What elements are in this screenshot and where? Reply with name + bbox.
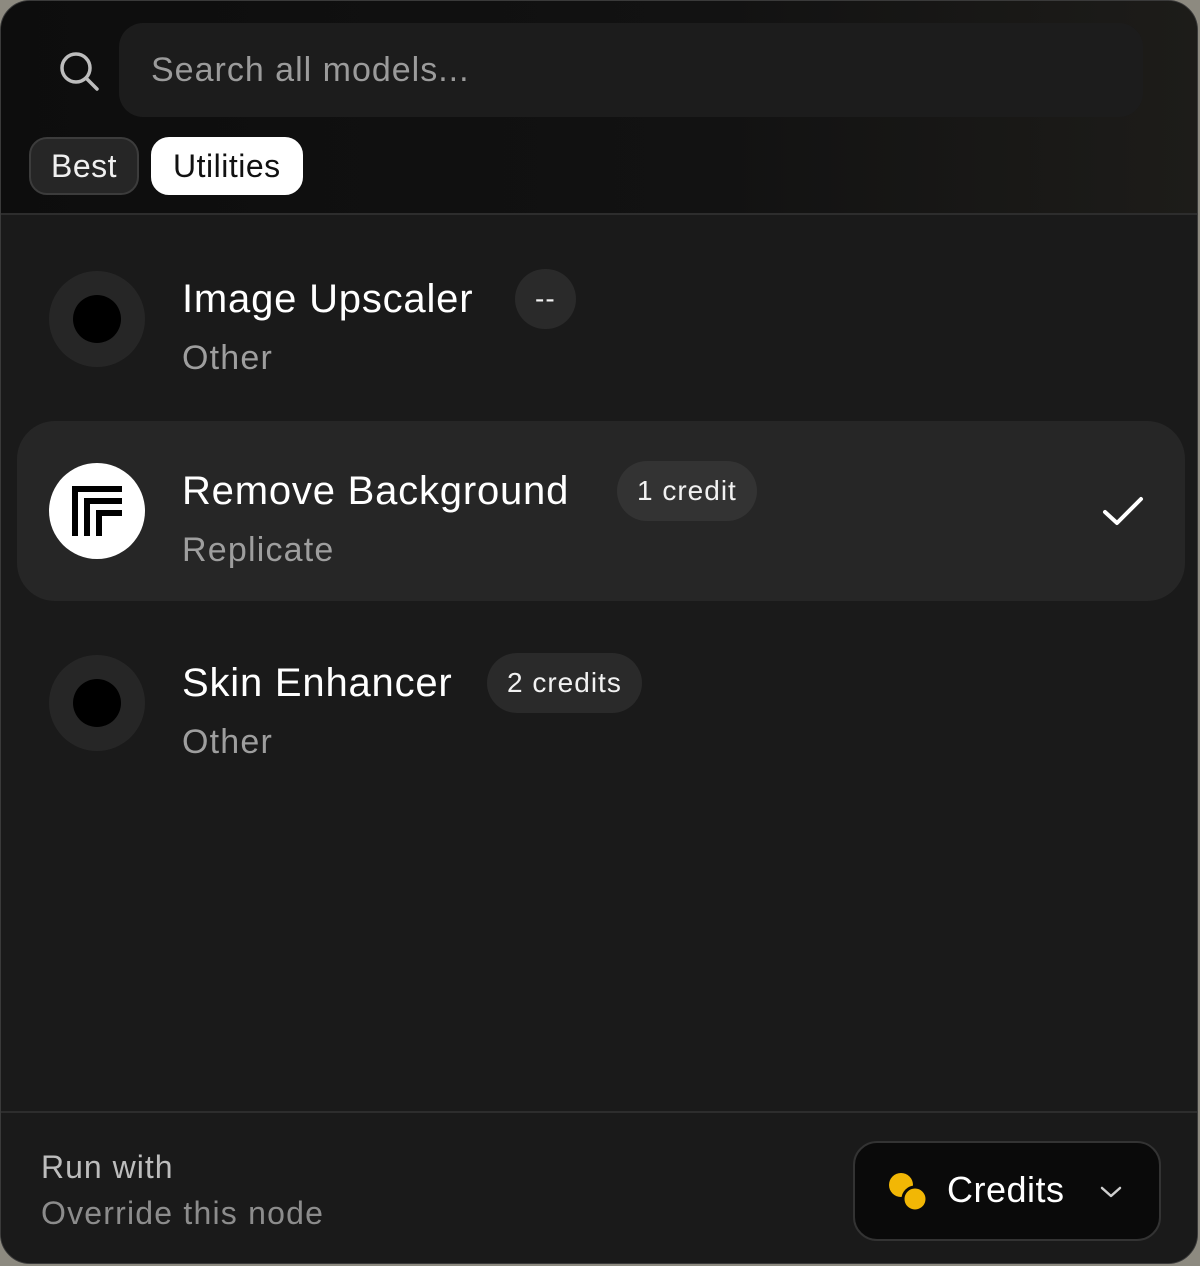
credits-dropdown[interactable]: Credits (853, 1141, 1161, 1241)
model-item-image-upscaler[interactable]: Image Upscaler -- Other (17, 229, 1185, 409)
price-badge: 2 credits (487, 653, 642, 713)
search-box (119, 23, 1143, 117)
credits-label: Credits (947, 1169, 1065, 1210)
model-item-remove-background[interactable]: Remove Background 1 credit Replicate (17, 421, 1185, 601)
search-icon (60, 52, 99, 91)
placeholder-dot-icon (49, 271, 145, 367)
tab-best[interactable]: Best (29, 137, 140, 195)
search-input[interactable] (149, 49, 1143, 91)
model-picker-panel: Best Utilities Image Upscaler -- Other R… (0, 0, 1198, 1264)
model-item-skin-enhancer[interactable]: Skin Enhancer 2 credits Other (17, 613, 1185, 793)
model-name: Image Upscaler (182, 277, 474, 321)
tab-utilities[interactable]: Utilities (151, 137, 303, 195)
override-label: Override this node (41, 1195, 325, 1231)
model-provider: Other (182, 723, 274, 761)
coins-icon (889, 1173, 929, 1213)
run-with-label: Run with (41, 1149, 174, 1185)
placeholder-dot-icon (49, 655, 145, 751)
check-icon (1103, 497, 1143, 525)
replicate-logo-icon (49, 463, 145, 559)
model-name: Skin Enhancer (182, 661, 453, 705)
price-badge: -- (515, 269, 576, 329)
model-provider: Replicate (182, 531, 335, 569)
price-badge: 1 credit (617, 461, 757, 521)
category-tabs: Best Utilities (29, 137, 303, 195)
picker-header: Best Utilities (1, 1, 1197, 215)
model-provider: Other (182, 339, 274, 377)
chevron-down-icon (1100, 1186, 1122, 1198)
picker-footer: Run with Override this node Credits (1, 1111, 1197, 1263)
model-name: Remove Background (182, 469, 570, 513)
